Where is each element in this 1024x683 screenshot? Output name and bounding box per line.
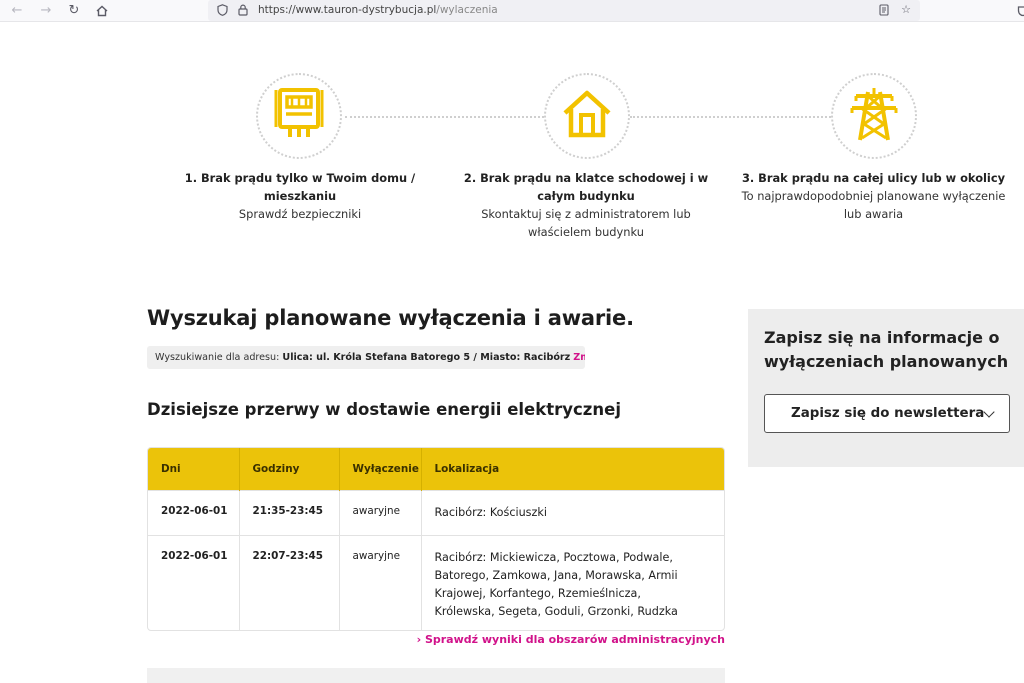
column-header-location: Lokalizacja	[434, 462, 500, 475]
newsletter-button[interactable]: Zapisz się do newslettera	[764, 394, 1010, 433]
step-3-desc: To najprawdopodobniej planowane wyłączen…	[741, 189, 1006, 221]
column-header-type: Wyłączenie	[339, 448, 422, 490]
url-text: https://www.tauron-dystrybucja.pl/wylacz…	[258, 4, 498, 16]
url-path: /wylaczenia	[436, 4, 498, 16]
outages-table: Dni Godziny Wyłączenie Lokalizacja 2022-…	[147, 447, 725, 631]
cell-date: 2022-06-01	[148, 489, 240, 535]
address-filter: Wyszukiwanie dla adresu: Ulica: ul. Król…	[147, 346, 585, 369]
table-row: 2022-06-01 22:07-23:45 awaryjne Racibórz…	[148, 534, 724, 630]
url-host: https://www.tauron-dystrybucja.pl	[258, 4, 437, 16]
column-header-hours: Godziny	[239, 448, 340, 490]
step-connector	[630, 116, 831, 118]
table-header-row: Dni Godziny Wyłączenie Lokalizacja	[148, 448, 724, 490]
address-value: Ulica: ul. Króla Stefana Batorego 5 / Mi…	[282, 352, 571, 363]
step-3-title: 3. Brak prądu na całej ulicy lub w okoli…	[741, 171, 1006, 185]
house-icon	[561, 89, 613, 143]
pocket-icon[interactable]	[1014, 2, 1024, 20]
chevron-right-icon: ›	[416, 633, 425, 646]
back-arrow-icon[interactable]: ←	[8, 2, 26, 20]
forward-arrow-icon[interactable]: →	[37, 2, 55, 20]
step-1-title: 1. Brak prądu tylko w Twoim domu / miesz…	[184, 171, 416, 203]
chevron-down-icon	[983, 406, 995, 418]
admin-areas-link-label: Sprawdź wyniki dla obszarów administracy…	[424, 633, 725, 646]
admin-areas-link[interactable]: › Sprawdź wyniki dla obszarów administra…	[417, 633, 725, 646]
step-1-desc: Sprawdź bezpieczniki	[238, 207, 362, 221]
newsletter-button-label: Zapisz się do newslettera	[791, 406, 985, 421]
page-title: Wyszukaj planowane wyłączenia i awarie.	[147, 306, 634, 330]
step-2-circle	[544, 73, 630, 159]
column-header-days: Dni	[148, 448, 240, 490]
address-prefix: Wyszukiwanie dla adresu:	[155, 352, 280, 363]
newsletter-panel: Zapisz się na informacje o wyłączeniach …	[748, 309, 1024, 467]
power-pylon-icon	[848, 86, 900, 146]
step-2-text: 2. Brak prądu na klatce schodowej i w ca…	[450, 169, 722, 241]
cell-hours: 21:35-23:45	[239, 489, 340, 535]
cell-date: 2022-06-01	[148, 534, 240, 630]
step-3-circle	[831, 73, 917, 159]
cell-hours: 22:07-23:45	[239, 534, 340, 630]
reader-view-icon[interactable]	[876, 2, 892, 18]
bookmark-star-icon[interactable]: ☆	[898, 2, 914, 18]
home-icon[interactable]	[93, 2, 111, 20]
step-1-text: 1. Brak prądu tylko w Twoim domu / miesz…	[164, 169, 436, 223]
change-address-link[interactable]: Zmień	[573, 352, 585, 363]
change-address-label: Zmień	[573, 352, 585, 363]
browser-toolbar: ← → ↻ https://www.tauron-dystrybucja.pl/…	[0, 0, 1024, 22]
table-row: 2022-06-01 21:35-23:45 awaryjne Racibórz…	[148, 489, 724, 535]
shield-icon[interactable]	[214, 2, 230, 18]
address-bar[interactable]: https://www.tauron-dystrybucja.pl/wylacz…	[208, 0, 920, 21]
cell-type: awaryjne	[339, 534, 422, 630]
reload-icon[interactable]: ↻	[65, 2, 83, 20]
electric-meter-icon	[274, 87, 324, 145]
next-section-strip	[147, 668, 725, 683]
cell-location: Racibórz: Mickiewicza, Pocztowa, Podwale…	[421, 534, 724, 630]
step-connector	[345, 116, 544, 118]
cell-type: awaryjne	[339, 489, 422, 535]
step-2-title: 2. Brak prądu na klatce schodowej i w ca…	[463, 171, 709, 203]
step-2-desc: Skontaktuj się z administratorem lub wła…	[481, 207, 691, 239]
step-3-text: 3. Brak prądu na całej ulicy lub w okoli…	[736, 169, 1011, 223]
cell-location: Racibórz: Kościuszki	[421, 489, 724, 535]
lock-icon[interactable]	[235, 2, 251, 18]
step-1-circle	[256, 73, 342, 159]
outages-title: Dzisiejsze przerwy w dostawie energii el…	[147, 400, 621, 419]
newsletter-title: Zapisz się na informacje o wyłączeniach …	[764, 328, 1009, 371]
